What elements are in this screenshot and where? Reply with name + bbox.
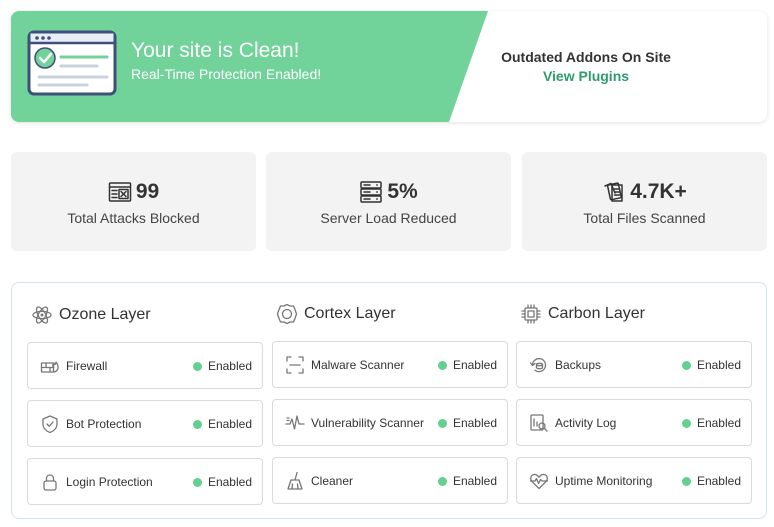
status-dot <box>192 419 202 429</box>
status-badge: Enabled <box>437 416 497 430</box>
activity-log-icon <box>530 414 548 432</box>
status-dot <box>681 476 691 486</box>
lock-icon <box>43 474 57 491</box>
status-dot <box>192 361 202 371</box>
banner-subtitle: Real-Time Protection Enabled! <box>131 66 322 82</box>
stat-value: 99 <box>135 180 160 203</box>
files-stack-icon <box>604 182 623 202</box>
status-text: Enabled <box>207 475 252 489</box>
status-badge: Enabled <box>681 474 741 488</box>
firewall-icon <box>40 361 59 373</box>
layer-item-vulnerability-scanner[interactable]: Vulnerability Scanner Enabled <box>272 399 508 446</box>
status-badge: Enabled <box>681 416 741 430</box>
ozone-layer-header: Ozone Layer <box>31 304 151 326</box>
cortex-icon <box>276 303 298 325</box>
status-badge: Enabled <box>681 358 741 372</box>
layer-item-malware-scanner[interactable]: Malware Scanner Enabled <box>272 341 508 388</box>
outdated-addons-label: Outdated Addons On Site <box>501 49 671 65</box>
clean-status-banner: Your site is Clean! Real-Time Protection… <box>11 11 767 122</box>
layer-title: Ozone Layer <box>59 306 151 323</box>
status-dot <box>437 360 447 370</box>
banner-title: Your site is Clean! <box>131 39 300 62</box>
status-text: Enabled <box>452 474 497 488</box>
cortex-layer-header: Cortex Layer <box>276 303 396 325</box>
item-label: Backups <box>555 358 602 372</box>
backup-icon <box>529 357 547 373</box>
stat-label: Server Load Reduced <box>320 210 457 226</box>
stat-card-server-load: 5% Server Load Reduced <box>266 152 511 251</box>
stat-value: 4.7K+ <box>630 180 687 203</box>
layer-item-login-protection[interactable]: Login Protection Enabled <box>27 458 263 505</box>
pulse-icon <box>285 415 305 430</box>
status-dot <box>437 476 447 486</box>
status-badge: Enabled <box>437 358 497 372</box>
item-label: Cleaner <box>311 474 354 488</box>
server-icon <box>360 181 383 203</box>
outdated-addons-block: Outdated Addons On Site View Plugins <box>466 49 706 86</box>
item-label: Malware Scanner <box>311 358 405 372</box>
status-text: Enabled <box>207 359 252 373</box>
stat-label: Total Files Scanned <box>583 210 706 226</box>
status-text: Enabled <box>452 358 497 372</box>
item-label: Firewall <box>66 359 108 373</box>
item-label: Activity Log <box>555 416 617 430</box>
layer-item-firewall[interactable]: Firewall Enabled <box>27 342 263 389</box>
status-text: Enabled <box>696 416 741 430</box>
item-label: Uptime Monitoring <box>555 474 653 488</box>
protection-layers-panel: Ozone Layer Firewall Enabled Bot Protect… <box>11 282 767 519</box>
scan-icon <box>286 356 304 374</box>
status-badge: Enabled <box>192 359 252 373</box>
status-text: Enabled <box>452 416 497 430</box>
chip-icon <box>521 304 541 324</box>
status-dot <box>437 418 447 428</box>
stat-label: Total Attacks Blocked <box>67 210 200 226</box>
status-badge: Enabled <box>192 417 252 431</box>
stat-value: 5% <box>387 180 418 203</box>
atom-icon <box>32 306 52 324</box>
firewall-window-icon <box>108 182 132 202</box>
stat-card-files-scanned: 4.7K+ Total Files Scanned <box>522 152 767 251</box>
status-text: Enabled <box>207 417 252 431</box>
layer-title: Carbon Layer <box>548 305 645 322</box>
view-plugins-link[interactable]: View Plugins <box>543 68 629 84</box>
layer-item-uptime-monitoring[interactable]: Uptime Monitoring Enabled <box>516 457 752 504</box>
item-label: Login Protection <box>66 475 153 489</box>
status-text: Enabled <box>696 474 741 488</box>
layer-item-bot-protection[interactable]: Bot Protection Enabled <box>27 400 263 447</box>
item-label: Vulnerability Scanner <box>311 416 424 430</box>
status-dot <box>681 360 691 370</box>
layer-item-activity-log[interactable]: Activity Log Enabled <box>516 399 752 446</box>
browser-check-icon <box>27 30 117 96</box>
layer-title: Cortex Layer <box>304 305 396 322</box>
broom-icon <box>287 471 303 490</box>
carbon-layer-header: Carbon Layer <box>520 303 645 325</box>
heart-pulse-icon <box>529 473 549 490</box>
stat-card-attacks: 99 Total Attacks Blocked <box>11 152 256 251</box>
shield-icon <box>42 415 58 434</box>
status-dot <box>681 418 691 428</box>
layer-item-cleaner[interactable]: Cleaner Enabled <box>272 457 508 504</box>
status-text: Enabled <box>696 358 741 372</box>
status-badge: Enabled <box>437 474 497 488</box>
item-label: Bot Protection <box>66 417 142 431</box>
status-badge: Enabled <box>192 475 252 489</box>
layer-item-backups[interactable]: Backups Enabled <box>516 341 752 388</box>
status-dot <box>192 477 202 487</box>
